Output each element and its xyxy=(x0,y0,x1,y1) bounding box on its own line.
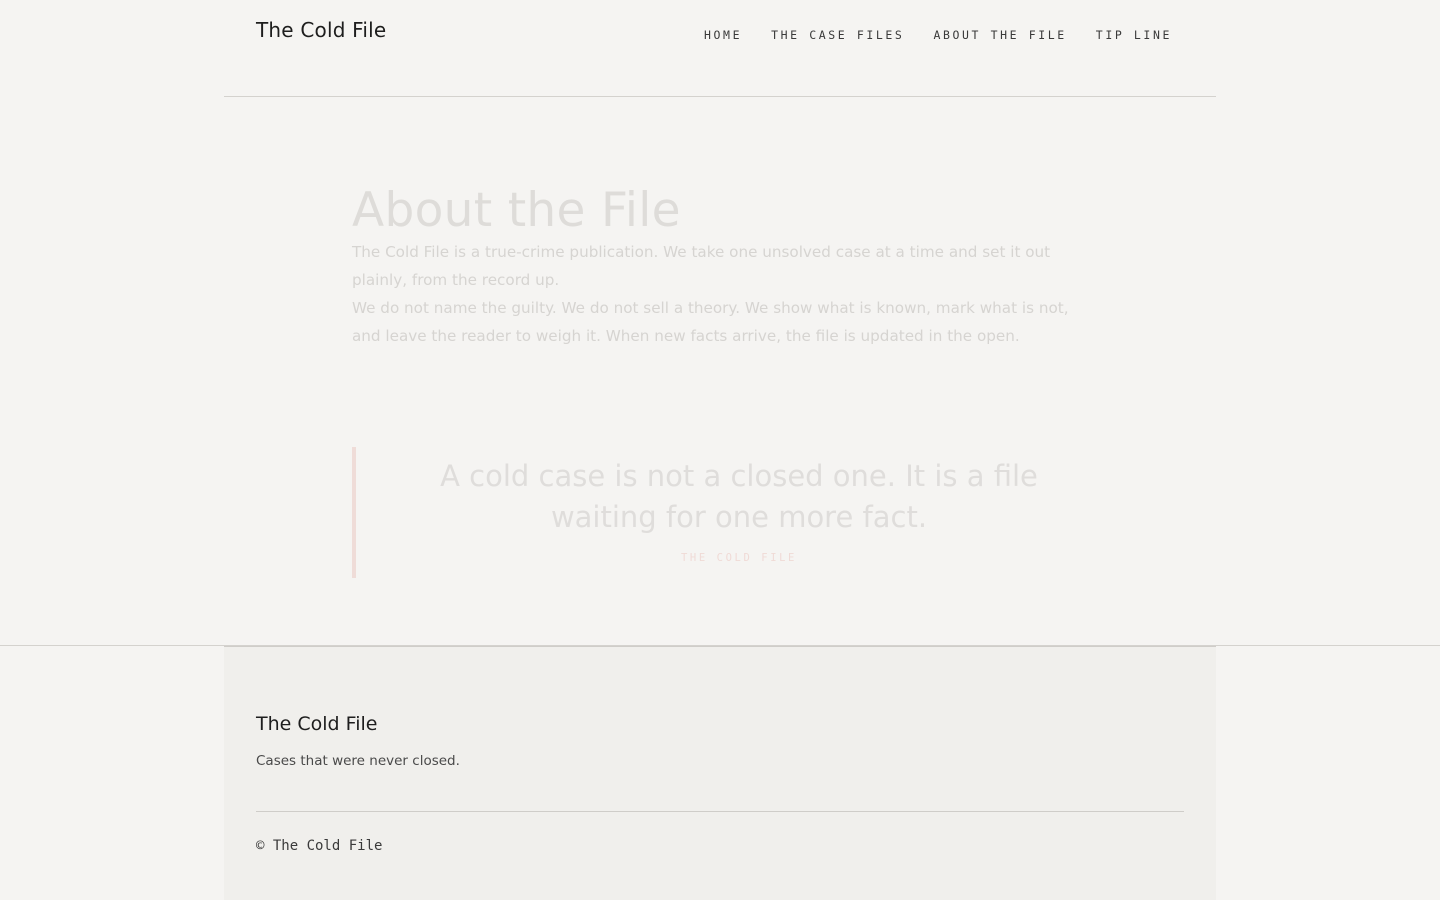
site-header: The Cold File HOME THE CASE FILES ABOUT … xyxy=(224,0,1216,97)
nav-link-about[interactable]: ABOUT THE FILE xyxy=(933,28,1066,42)
quote-attribution: THE COLD FILE xyxy=(681,552,797,564)
copyright-text: © The Cold File xyxy=(256,838,383,854)
pull-quote: A cold case is not a closed one. It is a… xyxy=(352,447,1088,578)
intro-text: The Cold File is a true-crime publicatio… xyxy=(352,238,1072,350)
intro-paragraph: We do not name the guilty. We do not sel… xyxy=(352,299,1069,345)
nav-link-tip-line[interactable]: TIP LINE xyxy=(1096,28,1172,42)
nav-link-home[interactable]: HOME xyxy=(704,28,742,42)
footer-brand: The Cold File xyxy=(256,713,378,735)
site-footer: The Cold File Cases that were never clos… xyxy=(224,646,1216,900)
quote-text: A cold case is not a closed one. It is a… xyxy=(440,459,1038,534)
nav-item-case-files: THE CASE FILES xyxy=(771,24,904,43)
footer-separator xyxy=(256,811,1184,812)
nav-item-about: ABOUT THE FILE xyxy=(933,24,1066,43)
nav-item-home: HOME xyxy=(704,24,742,43)
intro-paragraph: The Cold File is a true-crime publicatio… xyxy=(352,243,1051,289)
nav-link-case-files[interactable]: THE CASE FILES xyxy=(771,28,904,42)
page-title: About the File xyxy=(352,183,681,238)
main-nav: HOME THE CASE FILES ABOUT THE FILE TIP L… xyxy=(704,24,1172,43)
site-logo-link[interactable]: The Cold File xyxy=(256,18,386,42)
nav-item-tip-line: TIP LINE xyxy=(1096,24,1172,43)
footer-tagline: Cases that were never closed. xyxy=(256,753,460,769)
